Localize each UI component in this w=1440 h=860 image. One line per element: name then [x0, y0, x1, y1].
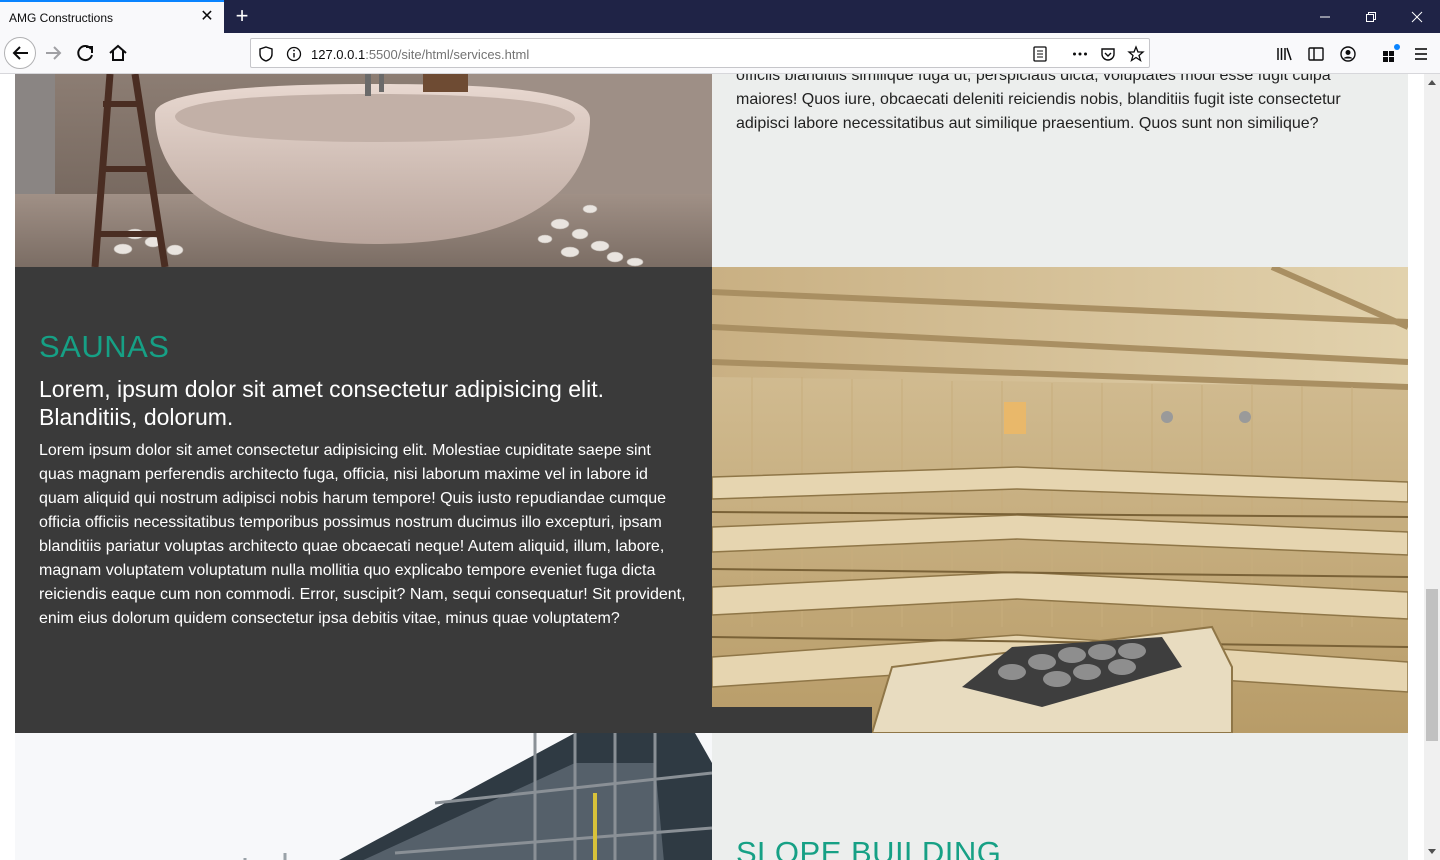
sidebar-icon[interactable] — [1307, 45, 1325, 63]
info-icon[interactable] — [285, 45, 303, 63]
saunas-subheading: Lorem, ipsum dolor sit amet consectetur … — [39, 376, 605, 430]
slope-building-panel: SLOPE BUILDING — [712, 733, 1408, 860]
close-icon — [1411, 11, 1423, 23]
arrow-right-icon — [46, 46, 62, 60]
vertical-scrollbar[interactable] — [1424, 74, 1440, 860]
tab-close-icon[interactable]: ✕ — [198, 8, 216, 26]
arrow-left-icon — [12, 46, 28, 60]
slope-building-heading: SLOPE BUILDING — [736, 835, 1002, 860]
scaffolding-image — [15, 733, 712, 860]
page-viewport: officiis blanditiis similique fuga ut, p… — [0, 74, 1424, 860]
restore-button[interactable] — [1348, 0, 1394, 33]
saunas-heading: SAUNAS — [39, 329, 170, 364]
account-icon[interactable] — [1339, 45, 1357, 63]
more-actions-icon[interactable] — [1071, 45, 1089, 63]
navigation-toolbar: 127.0.0.1:5500/site/html/services.html — [0, 33, 1440, 74]
restore-icon — [1366, 12, 1376, 22]
forward-button[interactable] — [39, 38, 69, 68]
close-window-button[interactable] — [1394, 0, 1440, 33]
bookmark-star-icon[interactable] — [1127, 45, 1145, 63]
shield-icon[interactable] — [257, 45, 275, 63]
tab-active[interactable]: AMG Constructions ✕ — [0, 0, 224, 33]
home-icon — [109, 44, 127, 61]
bathroom-paragraph: officiis blanditiis similique fuga ut, p… — [736, 74, 1341, 132]
scrollbar-thumb[interactable] — [1426, 589, 1438, 741]
url-host: 127.0.0.1 — [311, 47, 366, 62]
minimize-button[interactable] — [1302, 0, 1348, 33]
home-button[interactable] — [103, 38, 133, 68]
url-path: :5500/site/html/services.html — [365, 47, 530, 62]
reader-view-icon[interactable] — [1031, 45, 1049, 63]
saunas-paragraph: Lorem ipsum dolor sit amet consectetur a… — [39, 442, 686, 627]
bathroom-text-panel: officiis blanditiis similique fuga ut, p… — [712, 74, 1408, 267]
pocket-icon[interactable] — [1099, 45, 1117, 63]
reload-button[interactable] — [71, 38, 101, 68]
bathtub-image — [15, 74, 712, 267]
saunas-text-panel: SAUNAS Lorem, ipsum dolor sit amet conse… — [15, 267, 712, 733]
new-tab-icon[interactable]: + — [232, 5, 252, 27]
extensions-icon[interactable] — [1381, 43, 1401, 63]
sauna-image — [712, 267, 1408, 733]
back-button[interactable] — [4, 37, 36, 69]
scroll-up-icon[interactable] — [1428, 80, 1436, 85]
menu-icon[interactable] — [1412, 45, 1430, 63]
reload-icon — [77, 45, 93, 62]
tab-title: AMG Constructions — [9, 11, 114, 25]
url-text[interactable]: 127.0.0.1:5500/site/html/services.html — [311, 47, 529, 62]
address-bar[interactable]: 127.0.0.1:5500/site/html/services.html — [250, 38, 1150, 68]
tab-strip: AMG Constructions ✕ + — [0, 0, 1440, 33]
scroll-down-icon[interactable] — [1428, 849, 1436, 854]
library-icon[interactable] — [1275, 45, 1293, 63]
minimize-icon — [1320, 16, 1330, 18]
